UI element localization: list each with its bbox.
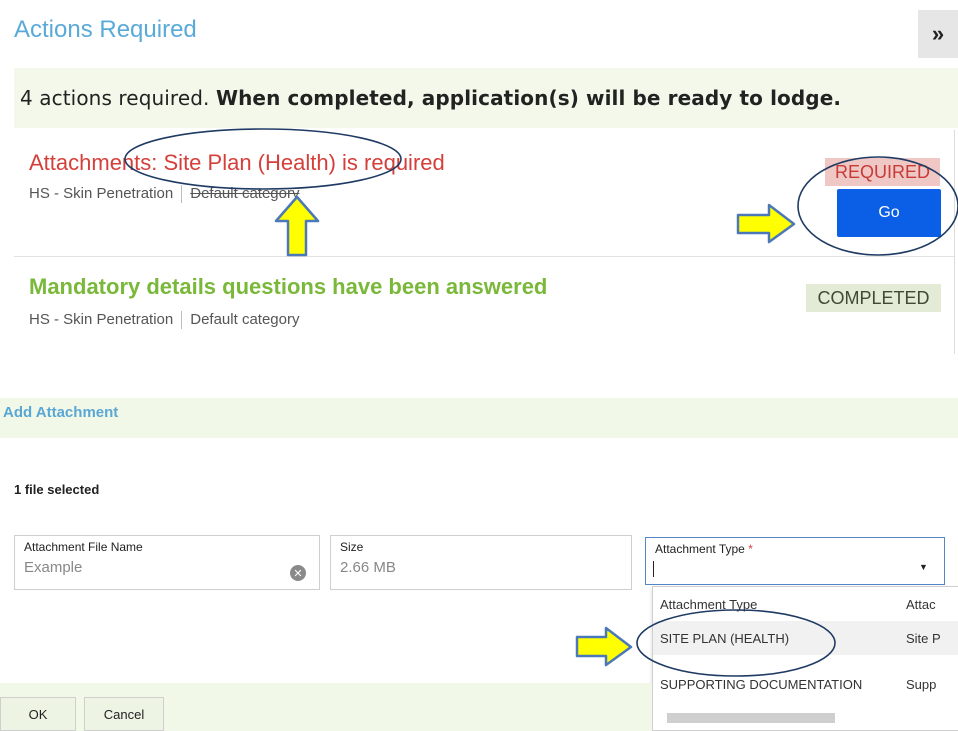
highlight-ellipse-go-button [797,156,958,256]
highlight-ellipse-option [636,609,836,677]
highlight-ellipse-site-plan [124,128,402,190]
arrow-right-icon [575,626,633,667]
arrow-up-icon [274,195,320,257]
annotation-overlay [124,128,958,677]
arrow-right-icon [736,203,796,244]
